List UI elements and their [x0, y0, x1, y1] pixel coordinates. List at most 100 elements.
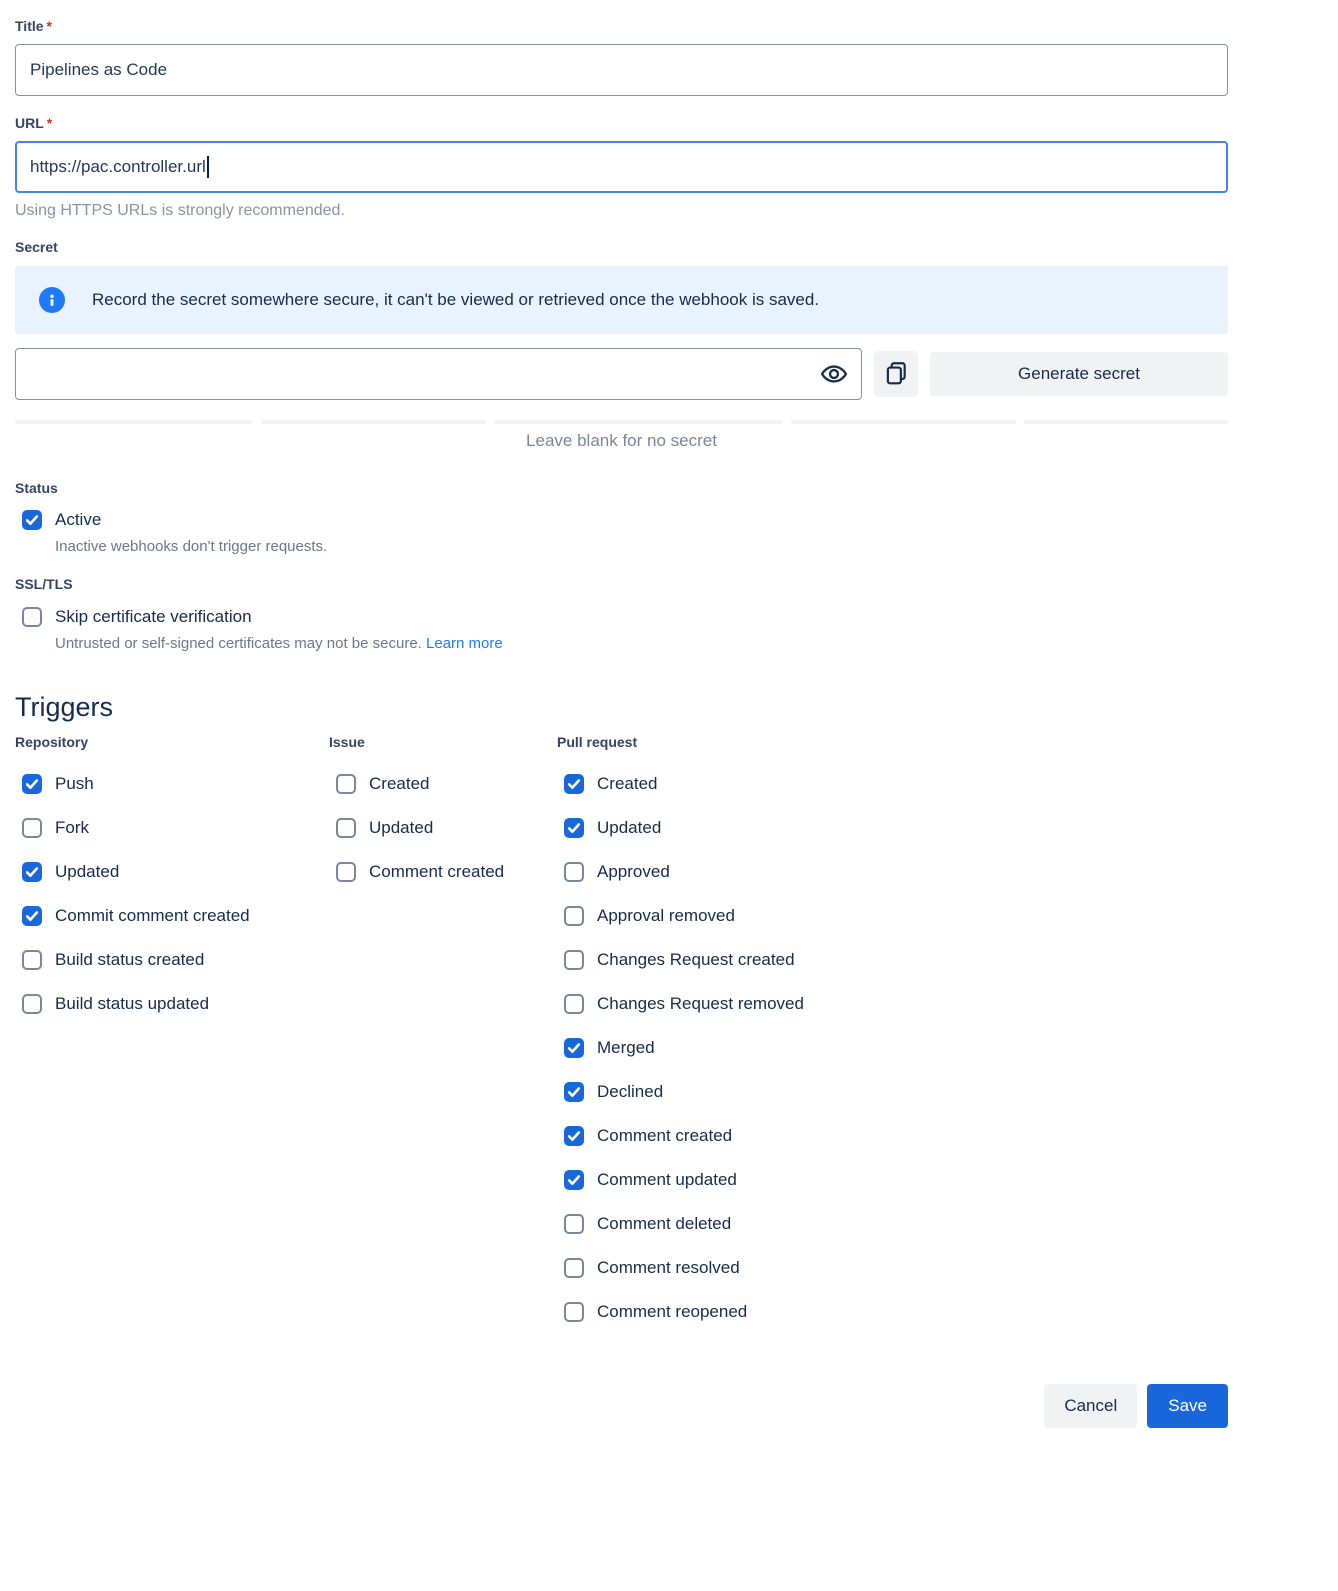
- trigger-column-header: Pull request: [557, 734, 1228, 750]
- trigger-checkbox-comment-reopened[interactable]: [564, 1302, 584, 1322]
- trigger-checkbox-comment-resolved[interactable]: [564, 1258, 584, 1278]
- trigger-row-changes-request-removed[interactable]: Changes Request removed: [557, 994, 1228, 1014]
- divider-segment: [1024, 420, 1228, 424]
- trigger-row-declined[interactable]: Declined: [557, 1082, 1228, 1102]
- trigger-row-build-status-updated[interactable]: Build status updated: [15, 994, 329, 1014]
- trigger-checkbox-label[interactable]: Updated: [369, 818, 433, 838]
- trigger-row-approved[interactable]: Approved: [557, 862, 1228, 882]
- active-checkbox-row[interactable]: Active: [15, 510, 1228, 530]
- trigger-checkbox-updated[interactable]: [564, 818, 584, 838]
- trigger-checkbox-commit-comment-created[interactable]: [22, 906, 42, 926]
- trigger-checkbox-created[interactable]: [564, 774, 584, 794]
- learn-more-link[interactable]: Learn more: [426, 635, 503, 652]
- trigger-checkbox-push[interactable]: [22, 774, 42, 794]
- trigger-row-updated[interactable]: Updated: [329, 818, 557, 838]
- divider-segment: [261, 420, 486, 424]
- active-checkbox[interactable]: [22, 510, 42, 530]
- trigger-checkbox-comment-created[interactable]: [336, 862, 356, 882]
- trigger-checkbox-declined[interactable]: [564, 1082, 584, 1102]
- trigger-checkbox-label[interactable]: Comment resolved: [597, 1258, 740, 1278]
- url-help-text: Using HTTPS URLs is strongly recommended…: [15, 202, 1228, 220]
- trigger-row-merged[interactable]: Merged: [557, 1038, 1228, 1058]
- trigger-checkbox-changes-request-created[interactable]: [564, 950, 584, 970]
- skip-cert-checkbox-label[interactable]: Skip certificate verification: [55, 607, 252, 627]
- trigger-row-comment-resolved[interactable]: Comment resolved: [557, 1258, 1228, 1278]
- title-input[interactable]: [15, 44, 1228, 96]
- trigger-row-comment-created[interactable]: Comment created: [557, 1126, 1228, 1146]
- ssl-label: SSL/TLS: [15, 576, 1228, 592]
- trigger-checkbox-label[interactable]: Comment created: [369, 862, 504, 882]
- title-label-text: Title: [15, 18, 44, 34]
- trigger-checkbox-merged[interactable]: [564, 1038, 584, 1058]
- trigger-checkbox-changes-request-removed[interactable]: [564, 994, 584, 1014]
- url-input[interactable]: https://pac.controller.url: [15, 141, 1228, 193]
- divider-segment: [791, 420, 1016, 424]
- trigger-checkbox-label[interactable]: Approved: [597, 862, 670, 882]
- trigger-checkbox-updated[interactable]: [336, 818, 356, 838]
- status-label: Status: [15, 480, 1228, 496]
- trigger-row-updated[interactable]: Updated: [557, 818, 1228, 838]
- ssl-help-sentence: Untrusted or self-signed certificates ma…: [55, 635, 422, 652]
- skip-cert-checkbox[interactable]: [22, 607, 42, 627]
- trigger-checkbox-created[interactable]: [336, 774, 356, 794]
- trigger-checkbox-label[interactable]: Created: [597, 774, 657, 794]
- copy-secret-button[interactable]: [874, 351, 918, 397]
- trigger-row-comment-created[interactable]: Comment created: [329, 862, 557, 882]
- trigger-checkbox-label[interactable]: Updated: [597, 818, 661, 838]
- trigger-checkbox-build-status-created[interactable]: [22, 950, 42, 970]
- trigger-checkbox-approval-removed[interactable]: [564, 906, 584, 926]
- skip-cert-checkbox-row[interactable]: Skip certificate verification: [15, 607, 1228, 627]
- trigger-checkbox-label[interactable]: Changes Request removed: [597, 994, 804, 1014]
- cancel-button[interactable]: Cancel: [1044, 1384, 1137, 1428]
- trigger-checkbox-label[interactable]: Build status updated: [55, 994, 209, 1014]
- trigger-checkbox-label[interactable]: Comment deleted: [597, 1214, 731, 1234]
- trigger-checkbox-fork[interactable]: [22, 818, 42, 838]
- trigger-checkbox-label[interactable]: Merged: [597, 1038, 655, 1058]
- generate-secret-button[interactable]: Generate secret: [930, 352, 1228, 396]
- trigger-checkbox-comment-deleted[interactable]: [564, 1214, 584, 1234]
- trigger-checkbox-label[interactable]: Created: [369, 774, 429, 794]
- trigger-row-fork[interactable]: Fork: [15, 818, 329, 838]
- ssl-help-text: Untrusted or self-signed certificates ma…: [55, 635, 1228, 652]
- trigger-checkbox-updated[interactable]: [22, 862, 42, 882]
- trigger-checkbox-label[interactable]: Declined: [597, 1082, 663, 1102]
- trigger-row-build-status-created[interactable]: Build status created: [15, 950, 329, 970]
- secret-label: Secret: [15, 239, 1228, 255]
- trigger-row-updated[interactable]: Updated: [15, 862, 329, 882]
- active-checkbox-label[interactable]: Active: [55, 510, 101, 530]
- secret-input-wrap: [15, 348, 862, 400]
- trigger-row-comment-deleted[interactable]: Comment deleted: [557, 1214, 1228, 1234]
- trigger-checkbox-label[interactable]: Commit comment created: [55, 906, 250, 926]
- trigger-checkbox-label[interactable]: Comment updated: [597, 1170, 737, 1190]
- save-button[interactable]: Save: [1147, 1384, 1228, 1428]
- trigger-row-comment-reopened[interactable]: Comment reopened: [557, 1302, 1228, 1322]
- url-label-text: URL: [15, 115, 44, 131]
- trigger-checkbox-label[interactable]: Updated: [55, 862, 119, 882]
- copy-icon: [883, 360, 909, 389]
- trigger-checkbox-label[interactable]: Changes Request created: [597, 950, 795, 970]
- title-label: Title*: [15, 18, 1228, 34]
- triggers-heading: Triggers: [15, 692, 1228, 723]
- trigger-row-created[interactable]: Created: [557, 774, 1228, 794]
- trigger-checkbox-label[interactable]: Comment created: [597, 1126, 732, 1146]
- trigger-column-issue: Issue Created Updated Comment created: [329, 734, 557, 1322]
- trigger-row-created[interactable]: Created: [329, 774, 557, 794]
- trigger-row-approval-removed[interactable]: Approval removed: [557, 906, 1228, 926]
- trigger-row-comment-updated[interactable]: Comment updated: [557, 1170, 1228, 1190]
- trigger-checkbox-label[interactable]: Comment reopened: [597, 1302, 747, 1322]
- trigger-checkbox-label[interactable]: Approval removed: [597, 906, 735, 926]
- trigger-checkbox-comment-updated[interactable]: [564, 1170, 584, 1190]
- trigger-row-commit-comment-created[interactable]: Commit comment created: [15, 906, 329, 926]
- trigger-checkbox-label[interactable]: Fork: [55, 818, 89, 838]
- trigger-checkbox-label[interactable]: Build status created: [55, 950, 204, 970]
- secret-input[interactable]: [15, 348, 862, 400]
- trigger-checkbox-build-status-updated[interactable]: [22, 994, 42, 1014]
- toggle-secret-visibility-button[interactable]: [818, 358, 850, 390]
- trigger-row-push[interactable]: Push: [15, 774, 329, 794]
- trigger-checkbox-label[interactable]: Push: [55, 774, 94, 794]
- trigger-row-changes-request-created[interactable]: Changes Request created: [557, 950, 1228, 970]
- trigger-checkbox-approved[interactable]: [564, 862, 584, 882]
- trigger-column-header: Issue: [329, 734, 557, 750]
- trigger-checkbox-comment-created[interactable]: [564, 1126, 584, 1146]
- url-label: URL*: [15, 115, 1228, 131]
